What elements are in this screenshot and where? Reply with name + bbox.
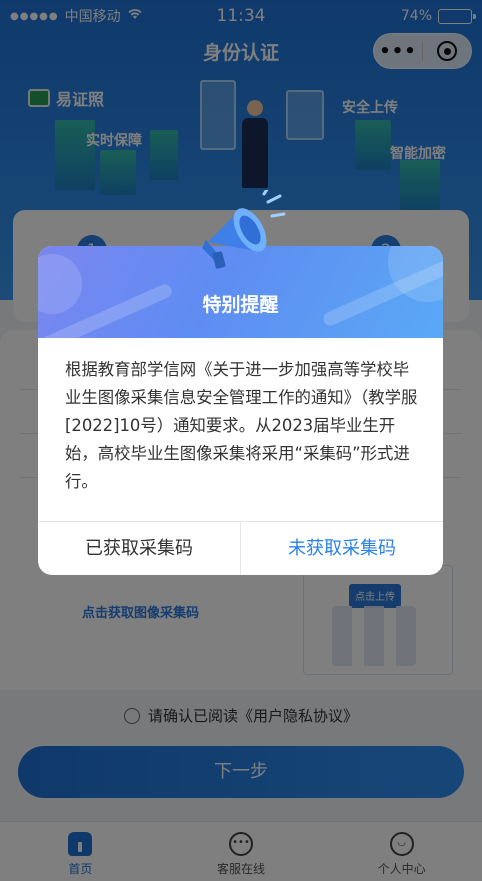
dialog-actions: 已获取采集码 未获取采集码 — [38, 521, 443, 575]
has-capture-code-button[interactable]: 已获取采集码 — [38, 522, 241, 575]
dialog-title: 特别提醒 — [202, 294, 279, 316]
megaphone-icon — [202, 190, 286, 269]
no-capture-code-button[interactable]: 未获取采集码 — [241, 522, 443, 575]
notice-dialog: 特别提醒 根据教育部学信网《关于进一步加强高等学校毕业生图像采集信息安全管理工作… — [38, 190, 443, 575]
dialog-message: 根据教育部学信网《关于进一步加强高等学校毕业生图像采集信息安全管理工作的通知》（… — [65, 360, 418, 491]
